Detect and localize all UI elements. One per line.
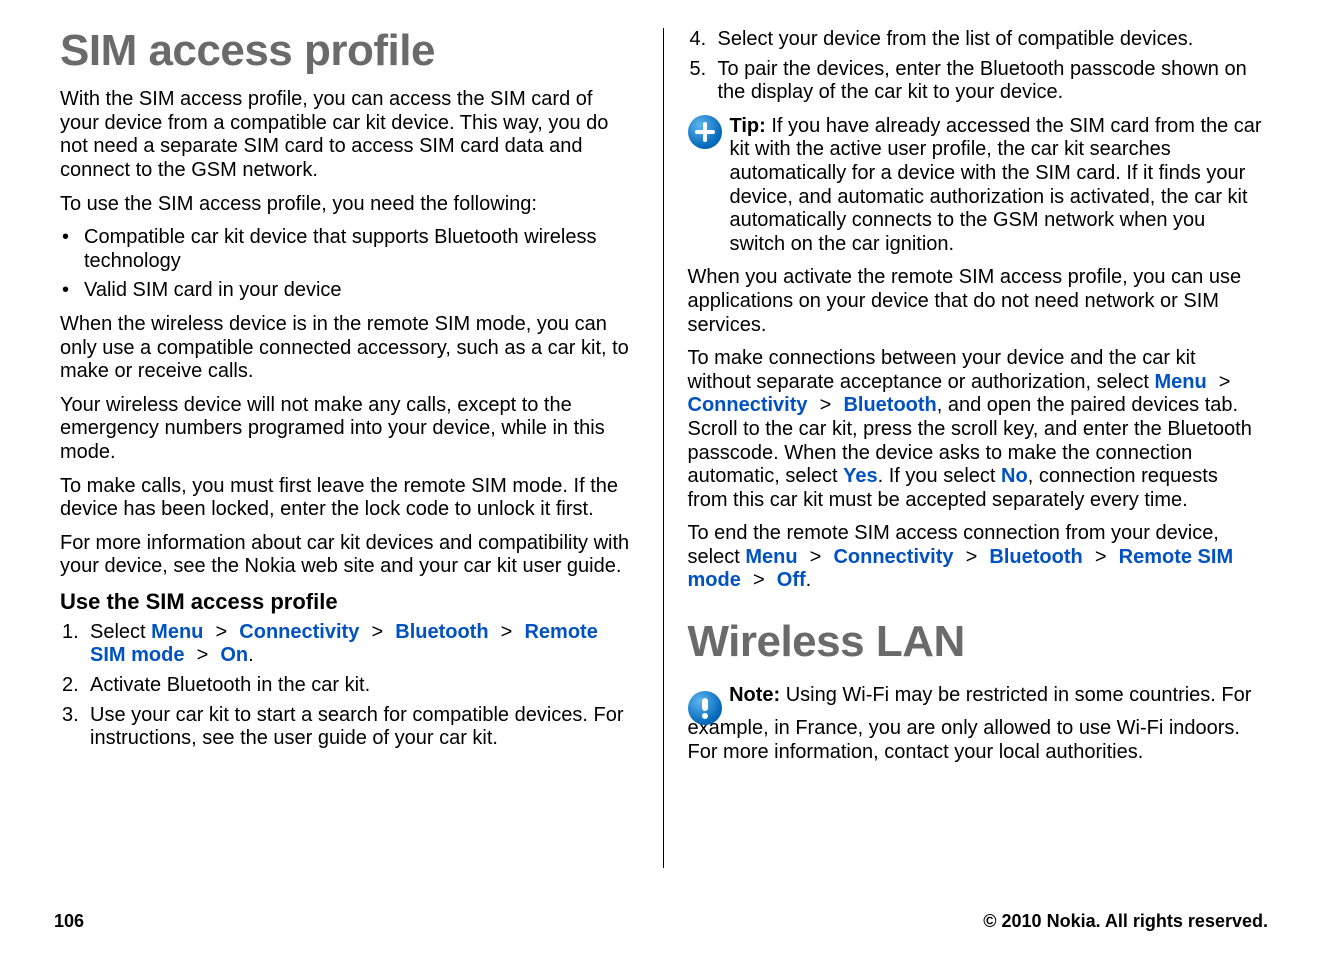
menu-path-item: Connectivity	[239, 621, 359, 643]
requirements-intro: To use the SIM access profile, you need …	[60, 193, 635, 217]
menu-path-item: Connectivity	[833, 546, 953, 568]
menu-path-item: Bluetooth	[843, 394, 936, 416]
step-item: Use your car kit to start a search for c…	[90, 704, 635, 751]
chevron-right-icon: >	[747, 569, 770, 591]
step-item: Activate Bluetooth in the car kit.	[90, 674, 635, 698]
paragraph: When you activate the remote SIM access …	[688, 266, 1263, 337]
left-column: SIM access profile With the SIM access p…	[54, 28, 664, 868]
step-text: Select	[90, 621, 146, 643]
steps-list: Select Menu > Connectivity > Bluetooth >…	[60, 621, 635, 751]
right-column: Select your device from the list of comp…	[664, 28, 1269, 868]
chevron-right-icon: >	[1213, 371, 1236, 393]
menu-path-item: On	[220, 644, 248, 666]
chevron-right-icon: >	[191, 644, 214, 666]
chevron-right-icon: >	[804, 546, 827, 568]
paragraph: To make calls, you must first leave the …	[60, 475, 635, 522]
chevron-right-icon: >	[366, 621, 389, 643]
tip-block: Tip: If you have already accessed the SI…	[688, 115, 1263, 257]
menu-path-item: Bluetooth	[395, 621, 488, 643]
tip-body: If you have already accessed the SIM car…	[730, 115, 1262, 255]
menu-yes: Yes	[843, 465, 877, 487]
steps-list-continued: Select your device from the list of comp…	[688, 28, 1263, 105]
step-item: Select your device from the list of comp…	[718, 28, 1263, 52]
page-number: 106	[54, 911, 84, 932]
paragraph: Your wireless device will not make any c…	[60, 394, 635, 465]
menu-no: No	[1001, 465, 1028, 487]
text: .	[806, 569, 812, 591]
tip-label: Tip:	[730, 115, 766, 137]
text: . If you select	[878, 465, 996, 487]
heading-sim-access: SIM access profile	[60, 28, 635, 74]
list-item: Compatible car kit device that supports …	[80, 226, 635, 273]
tip-plus-icon	[688, 115, 722, 149]
menu-path-item: Menu	[1154, 371, 1206, 393]
subheading-use-profile: Use the SIM access profile	[60, 589, 635, 615]
note-label: Note:	[729, 684, 780, 706]
paragraph: For more information about car kit devic…	[60, 532, 635, 579]
chevron-right-icon: >	[495, 621, 518, 643]
menu-path-item: Connectivity	[688, 394, 808, 416]
chevron-right-icon: >	[960, 546, 983, 568]
page-footer: 106 © 2010 Nokia. All rights reserved.	[54, 911, 1268, 932]
step-item: Select Menu > Connectivity > Bluetooth >…	[90, 621, 635, 668]
menu-path-item: Menu	[745, 546, 797, 568]
step-text: .	[248, 644, 254, 666]
chevron-right-icon: >	[814, 394, 837, 416]
chevron-right-icon: >	[210, 621, 233, 643]
paragraph: When the wireless device is in the remot…	[60, 313, 635, 384]
menu-path-item: Menu	[151, 621, 203, 643]
step-item: To pair the devices, enter the Bluetooth…	[718, 58, 1263, 105]
menu-path-item: Off	[777, 569, 806, 591]
paragraph-authorization: To make connections between your device …	[688, 347, 1263, 512]
intro-paragraph: With the SIM access profile, you can acc…	[60, 88, 635, 182]
copyright: © 2010 Nokia. All rights reserved.	[983, 911, 1268, 932]
chevron-right-icon: >	[1089, 546, 1112, 568]
list-item: Valid SIM card in your device	[80, 279, 635, 303]
note-exclamation-icon	[688, 691, 722, 725]
heading-wireless-lan: Wireless LAN	[688, 619, 1263, 665]
page-columns: SIM access profile With the SIM access p…	[54, 28, 1268, 868]
menu-path-item: Bluetooth	[989, 546, 1082, 568]
note-block: Note: Using Wi-Fi may be restricted in s…	[688, 683, 1263, 764]
paragraph-end-connection: To end the remote SIM access connection …	[688, 522, 1263, 593]
requirements-list: Compatible car kit device that supports …	[60, 226, 635, 303]
text: To make connections between your device …	[688, 347, 1196, 393]
tip-text: Tip: If you have already accessed the SI…	[730, 115, 1263, 257]
